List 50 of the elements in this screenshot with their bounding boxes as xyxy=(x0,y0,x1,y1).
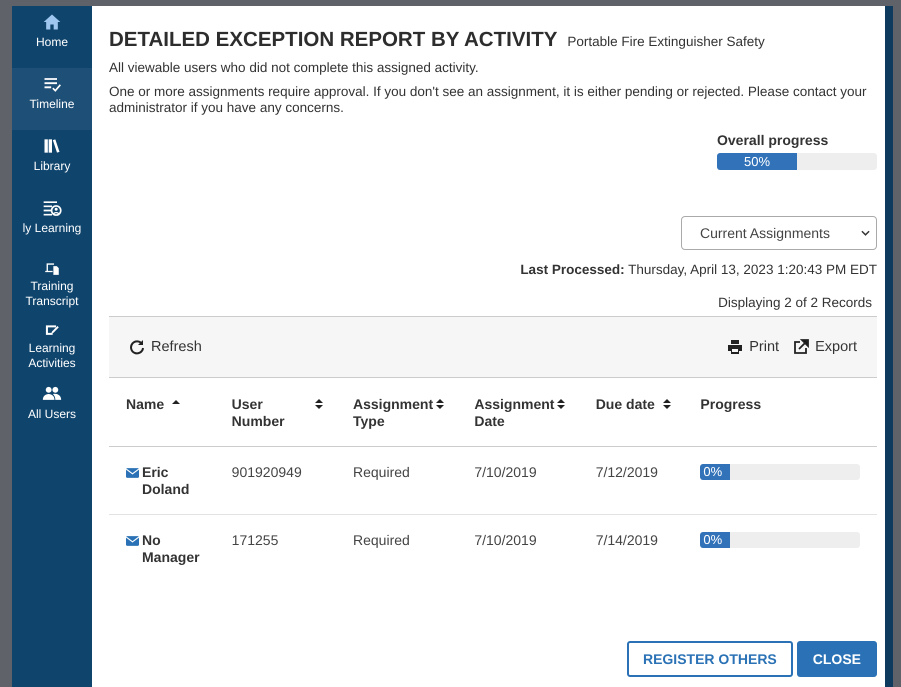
column-header[interactable]: Assignment Date xyxy=(457,378,579,446)
column-header[interactable]: Progress xyxy=(683,378,877,446)
nav-item[interactable]: Learning Activities xyxy=(12,316,92,378)
table-cell: 7/10/2019 xyxy=(457,514,579,582)
envelope-icon[interactable] xyxy=(126,468,139,478)
nav-item[interactable]: ly Learning xyxy=(12,192,92,254)
nav-item[interactable]: All Users xyxy=(12,378,92,440)
report-title: DETAILED EXCEPTION REPORT BY ACTIVITY xyxy=(109,28,558,52)
printer-icon xyxy=(727,339,744,355)
sort-icon xyxy=(314,399,323,409)
table-cell: 901920949 xyxy=(214,446,336,514)
nav-item[interactable]: Training Transcript xyxy=(12,254,92,316)
envelope-icon[interactable] xyxy=(126,536,139,546)
table-cell: 7/14/2019 xyxy=(578,514,684,582)
export-button[interactable]: Export xyxy=(793,339,857,355)
sort-icon xyxy=(436,399,444,409)
column-header[interactable]: Name xyxy=(109,378,215,446)
external-link-icon xyxy=(793,339,810,355)
refresh-button[interactable]: Refresh xyxy=(129,339,202,355)
progress-fill: 50% xyxy=(717,153,797,170)
sort-icon xyxy=(662,399,671,409)
notice-text: One or more assignments require approval. If you don't see an assignment, it is either pending or rejected. Please contact your administrator if you have any concerns. xyxy=(109,84,868,116)
table-cell: 171255 xyxy=(214,514,336,582)
nav-item[interactable]: Library xyxy=(12,130,92,192)
column-header[interactable]: User Number xyxy=(214,378,336,446)
table-cell: 7/12/2019 xyxy=(578,446,684,514)
chevron-down-icon xyxy=(861,230,870,236)
nav-item[interactable]: Timeline xyxy=(12,68,92,130)
nav-item[interactable]: Home xyxy=(12,6,92,68)
activity-name: Portable Fire Extinguisher Safety xyxy=(567,34,765,49)
refresh-icon xyxy=(129,339,145,355)
progress-value: 0% xyxy=(700,532,730,548)
column-header[interactable]: Due date xyxy=(578,378,684,446)
description-text: All viewable users who did not complete this assigned activity. xyxy=(109,60,480,76)
user-name: Eric Doland xyxy=(142,464,190,498)
overall-progress-label: Overall progress xyxy=(717,132,830,148)
print-button[interactable]: Print xyxy=(727,339,780,355)
record-count: Displaying 2 of 2 Records xyxy=(718,295,872,310)
sort-icon xyxy=(557,399,566,409)
column-header[interactable]: Assignment Type xyxy=(336,378,458,446)
user-name: No Manager xyxy=(142,532,201,566)
assignment-filter-dropdown[interactable]: Current Assignments xyxy=(681,216,877,250)
last-processed-text: Last Processed: Thursday, April 13, 2023 1:20:43 PM EDT xyxy=(520,262,877,277)
table-cell: Required xyxy=(336,446,458,514)
table-cell: Required xyxy=(336,514,458,582)
close-button[interactable]: CLOSE xyxy=(796,641,877,677)
table-cell: 7/10/2019 xyxy=(457,446,579,514)
home-icon xyxy=(42,12,62,32)
register-button[interactable]: REGISTER OTHERS xyxy=(626,641,793,677)
progress-value: 0% xyxy=(700,464,730,480)
